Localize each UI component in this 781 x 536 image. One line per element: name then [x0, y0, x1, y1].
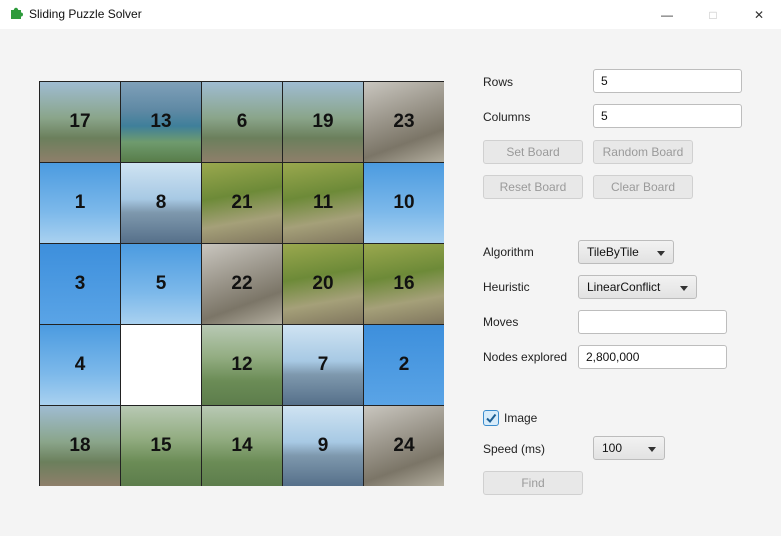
tile-number: 23: [393, 111, 415, 132]
puzzle-tile[interactable]: 6: [202, 82, 282, 162]
tile-number: 7: [317, 354, 329, 375]
puzzle-tile[interactable]: 16: [364, 244, 444, 324]
tile-number: 4: [74, 354, 86, 375]
puzzle-board: 17 13 6 19 23 1 8 21 11 10 3 5 22 20 16 4 12 7 2 18 15 14 9 24: [39, 81, 444, 486]
chevron-down-icon: [680, 286, 688, 291]
nodes-explored-label: Nodes explored: [483, 350, 568, 364]
heuristic-value: LinearConflict: [587, 280, 661, 294]
heuristic-label: Heuristic: [483, 280, 530, 294]
columns-input[interactable]: 5: [593, 104, 742, 128]
algorithm-select[interactable]: TileByTile: [578, 240, 674, 264]
random-board-button[interactable]: Random Board: [593, 140, 693, 164]
tile-number: 16: [393, 273, 415, 294]
algorithm-label: Algorithm: [483, 245, 534, 259]
tile-number: 2: [398, 354, 410, 375]
maximize-button[interactable]: □: [690, 0, 736, 29]
window-title: Sliding Puzzle Solver: [29, 7, 142, 21]
tile-number: 1: [74, 192, 86, 213]
puzzle-icon: [11, 7, 23, 19]
puzzle-tile[interactable]: 24: [364, 406, 444, 486]
moves-field[interactable]: [578, 310, 727, 334]
tile-number: 6: [236, 111, 248, 132]
image-checkbox[interactable]: [483, 410, 499, 426]
chevron-down-icon: [648, 447, 656, 452]
puzzle-tile[interactable]: 4: [40, 325, 120, 405]
tile-number: 12: [231, 354, 253, 375]
puzzle-tile[interactable]: 17: [40, 82, 120, 162]
puzzle-tile[interactable]: 2: [364, 325, 444, 405]
nodes-explored-field[interactable]: 2,800,000: [578, 345, 727, 369]
image-label: Image: [504, 411, 538, 425]
puzzle-tile[interactable]: 13: [121, 82, 201, 162]
tile-number: 20: [312, 273, 334, 294]
puzzle-tile[interactable]: 10: [364, 163, 444, 243]
minimize-button[interactable]: —: [644, 0, 690, 29]
rows-input[interactable]: 5: [593, 69, 742, 93]
tile-number: 5: [155, 273, 167, 294]
puzzle-tile[interactable]: 15: [121, 406, 201, 486]
rows-label: Rows: [483, 75, 514, 89]
heuristic-select[interactable]: LinearConflict: [578, 275, 697, 299]
close-button[interactable]: ✕: [736, 0, 781, 29]
speed-select[interactable]: 100: [593, 436, 665, 460]
tile-number: 15: [150, 435, 172, 456]
tile-number: 22: [231, 273, 253, 294]
clear-board-button[interactable]: Clear Board: [593, 175, 693, 199]
puzzle-tile[interactable]: 12: [202, 325, 282, 405]
find-button[interactable]: Find: [483, 471, 583, 495]
puzzle-tile[interactable]: 21: [202, 163, 282, 243]
puzzle-tile[interactable]: 8: [121, 163, 201, 243]
tile-number: 9: [317, 435, 329, 456]
reset-board-button[interactable]: Reset Board: [483, 175, 583, 199]
chevron-down-icon: [657, 251, 665, 256]
puzzle-tile[interactable]: 20: [283, 244, 363, 324]
puzzle-tile[interactable]: 18: [40, 406, 120, 486]
tile-number: 17: [69, 111, 91, 132]
puzzle-tile[interactable]: 22: [202, 244, 282, 324]
tile-number: 19: [312, 111, 334, 132]
tile-number: 21: [231, 192, 253, 213]
puzzle-tile[interactable]: 9: [283, 406, 363, 486]
empty-tile[interactable]: [121, 325, 201, 405]
tile-number: 3: [74, 273, 86, 294]
puzzle-tile[interactable]: 7: [283, 325, 363, 405]
puzzle-tile[interactable]: 3: [40, 244, 120, 324]
title-bar: Sliding Puzzle Solver — □ ✕: [0, 0, 781, 29]
tile-number: 14: [231, 435, 253, 456]
check-icon: [486, 413, 497, 424]
speed-label: Speed (ms): [483, 442, 546, 456]
tile-number: 10: [393, 192, 415, 213]
puzzle-tile[interactable]: 19: [283, 82, 363, 162]
tile-number: 24: [393, 435, 415, 456]
puzzle-tile[interactable]: 5: [121, 244, 201, 324]
set-board-button[interactable]: Set Board: [483, 140, 583, 164]
tile-number: 13: [150, 111, 172, 132]
tile-number: 11: [312, 192, 334, 213]
puzzle-tile[interactable]: 14: [202, 406, 282, 486]
puzzle-tile[interactable]: 1: [40, 163, 120, 243]
moves-label: Moves: [483, 315, 519, 329]
puzzle-tile[interactable]: 23: [364, 82, 444, 162]
columns-label: Columns: [483, 110, 531, 124]
speed-value: 100: [602, 441, 623, 455]
algorithm-value: TileByTile: [587, 245, 639, 259]
tile-number: 18: [69, 435, 91, 456]
tile-number: 8: [155, 192, 167, 213]
puzzle-tile[interactable]: 11: [283, 163, 363, 243]
